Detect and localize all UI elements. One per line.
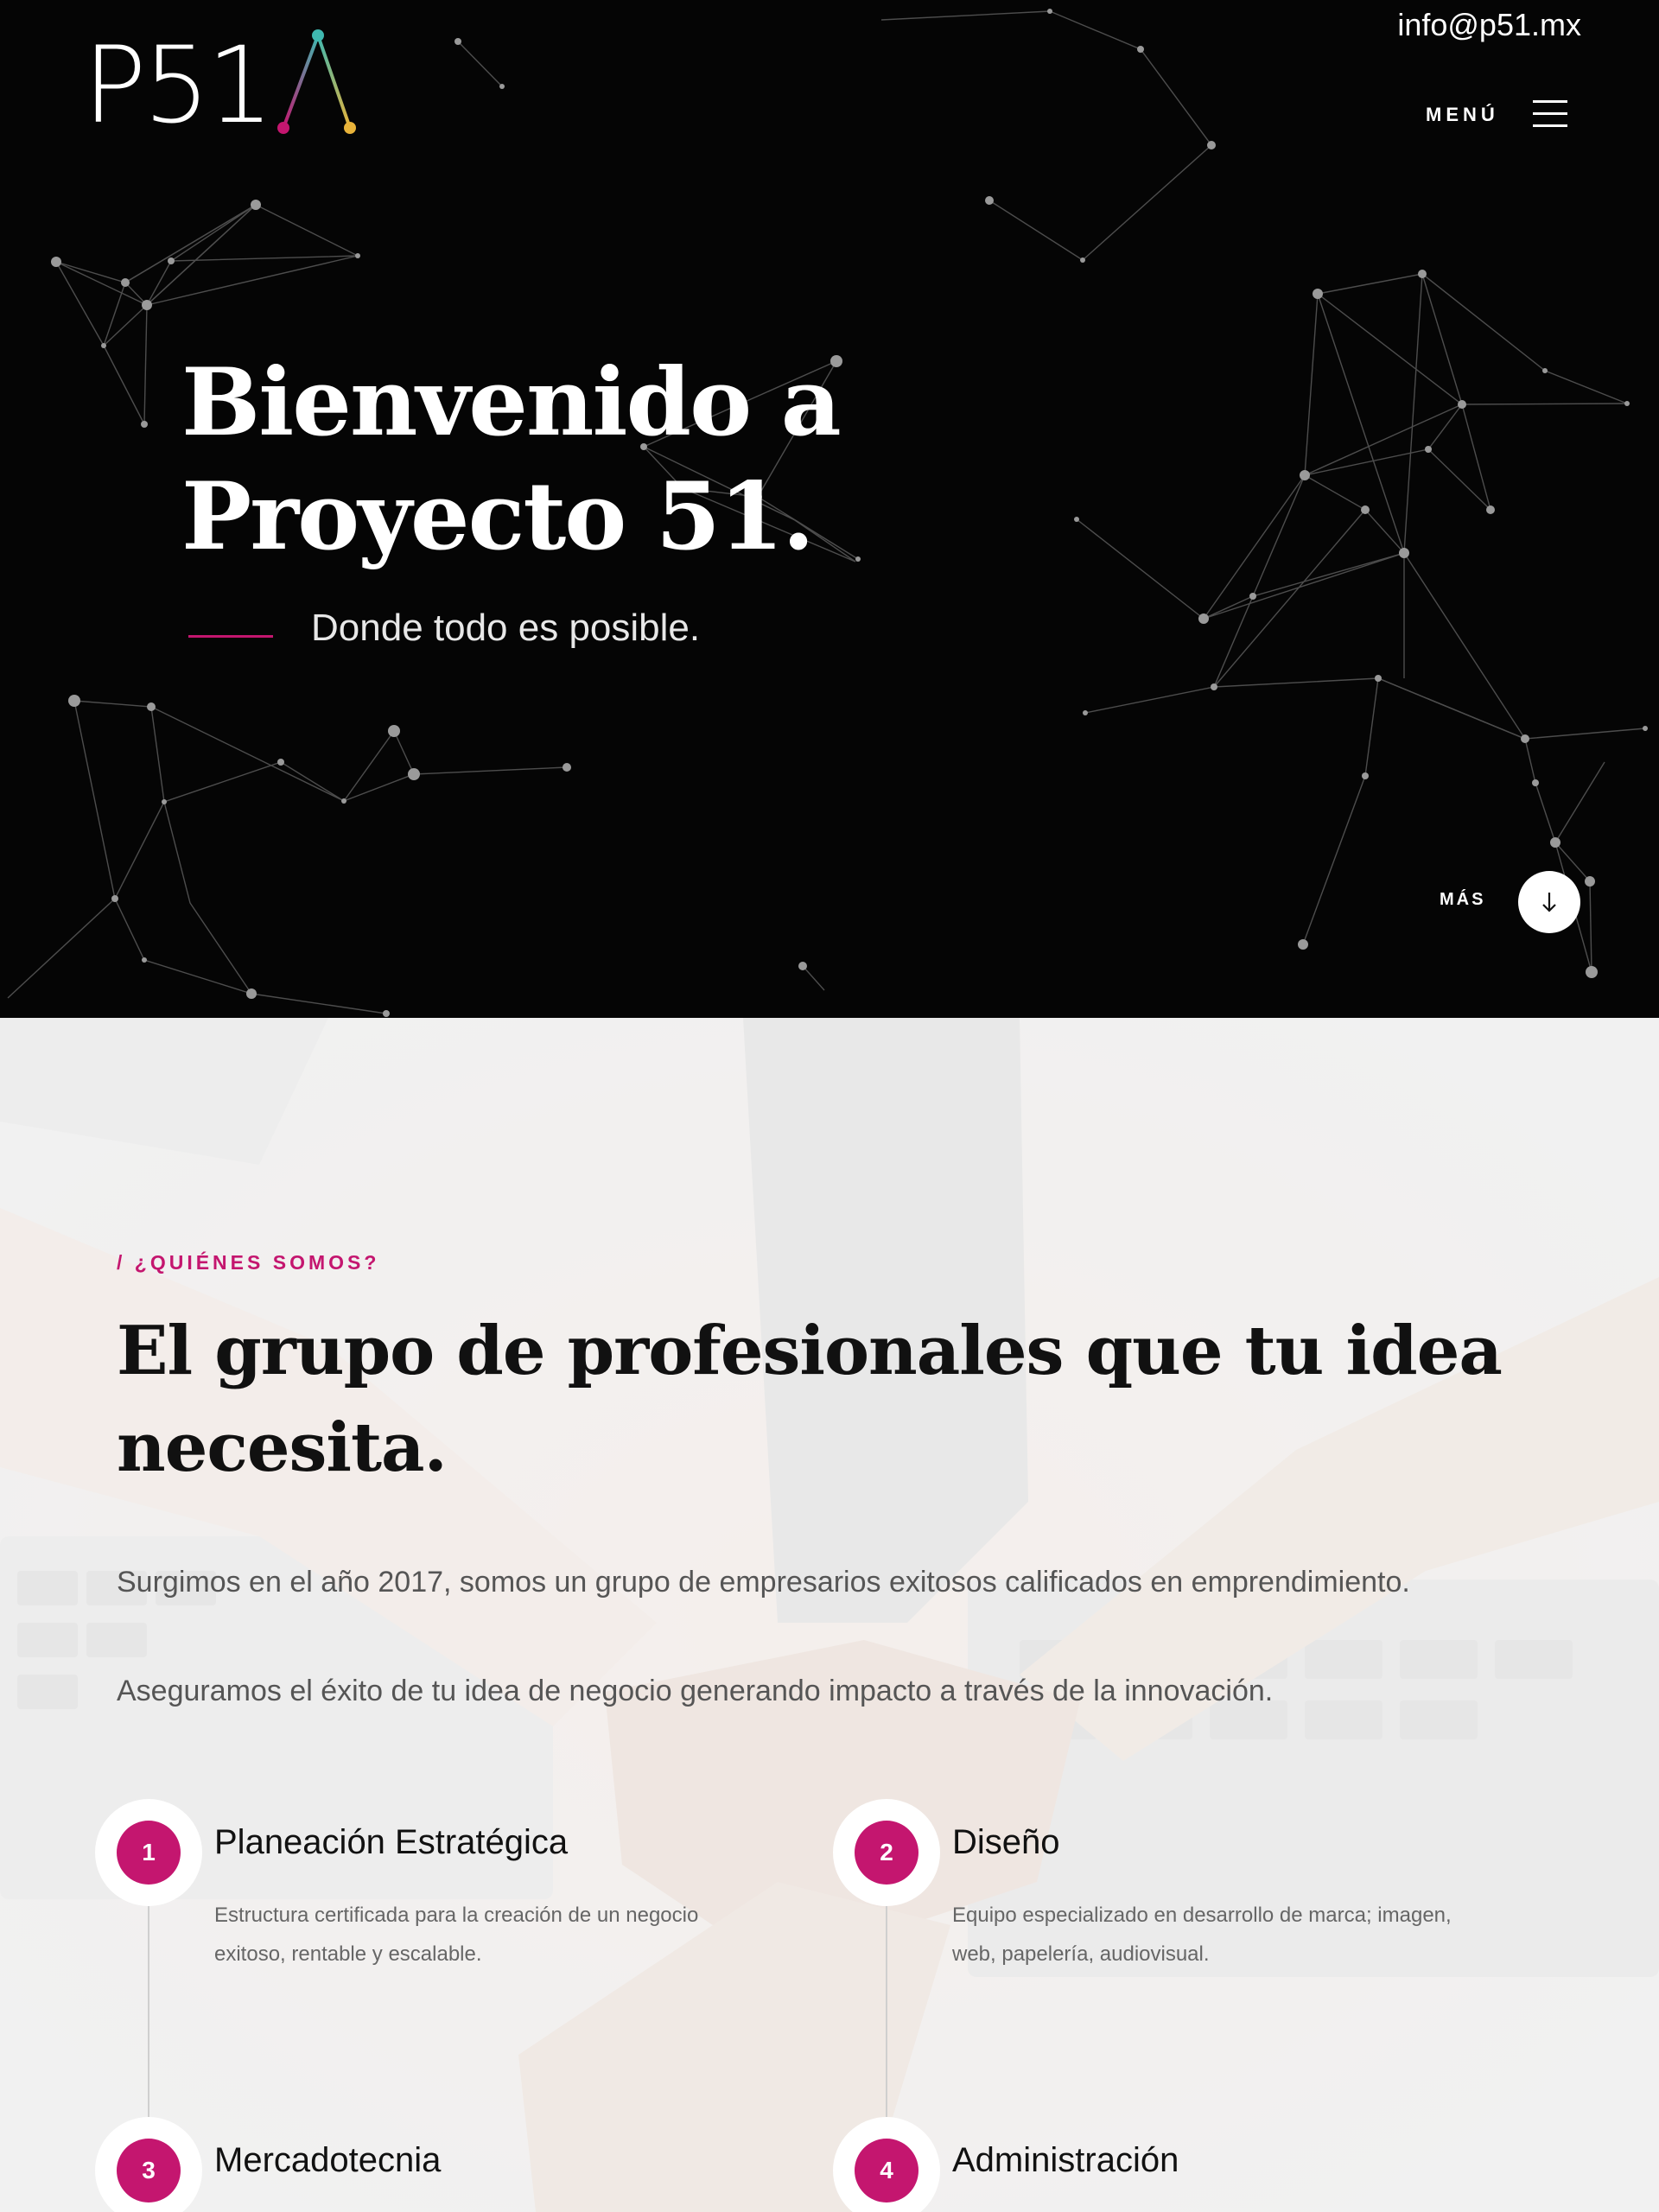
step-number-badge: 3	[117, 2139, 181, 2202]
about-section: / ¿QUIÉNES SOMOS? El grupo de profesiona…	[0, 1018, 1659, 2212]
service-title: Administración	[952, 2141, 1179, 2179]
about-paragraph-2: Aseguramos el éxito de tu idea de negoci…	[117, 1675, 1274, 1707]
service-title: Planeación Estratégica	[214, 1823, 569, 1861]
triangle-logo-icon	[277, 29, 356, 134]
hero-subtitle: Donde todo es posible.	[311, 607, 701, 649]
teamwork-hands-photo	[0, 1018, 1659, 2212]
hero-title: Bienvenido a Proyecto 51.	[181, 348, 842, 571]
menu-button[interactable]: MENÚ	[1426, 93, 1573, 137]
menu-label: MENÚ	[1426, 104, 1499, 125]
email-link[interactable]: info@p51.mx	[1397, 7, 1581, 43]
step-number-badge: 2	[855, 1821, 918, 1885]
timeline-connector	[886, 1906, 887, 2122]
service-description: Estructura certificada para la creación …	[214, 1904, 699, 1966]
section-kicker: / ¿QUIÉNES SOMOS?	[117, 1251, 380, 1274]
logo-text: P51	[83, 24, 274, 147]
service-item: 4 Administración	[833, 2117, 1490, 2212]
more-label: MÁS	[1440, 890, 1486, 909]
service-title: Mercadotecnia	[214, 2141, 442, 2179]
section-title: El grupo de profesionales que tu idea ne…	[117, 1312, 1503, 1487]
step-number-badge: 1	[117, 1821, 181, 1885]
logo[interactable]: P51	[83, 24, 394, 145]
arrow-down-icon	[1542, 893, 1556, 912]
about-paragraph-1: Surgimos en el año 2017, somos un grupo …	[117, 1566, 1410, 1599]
timeline-connector	[148, 1906, 149, 2122]
hamburger-icon	[1533, 100, 1567, 128]
scroll-down-button[interactable]	[1518, 871, 1580, 933]
accent-divider	[188, 635, 273, 638]
service-description: Equipo especializado en desarrollo de ma…	[952, 1904, 1452, 1966]
service-title: Diseño	[952, 1823, 1060, 1861]
step-number-badge: 4	[855, 2139, 918, 2202]
service-item: 2 Diseño Equipo especializado en desarro…	[833, 1799, 1490, 2122]
hero-section: P51 info@p51.mx MENÚ Bienvenido a Proyec…	[0, 0, 1659, 1018]
service-item: 1 Planeación Estratégica Estructura cert…	[95, 1799, 752, 2122]
service-item: 3 Mercadotecnia	[95, 2117, 752, 2212]
